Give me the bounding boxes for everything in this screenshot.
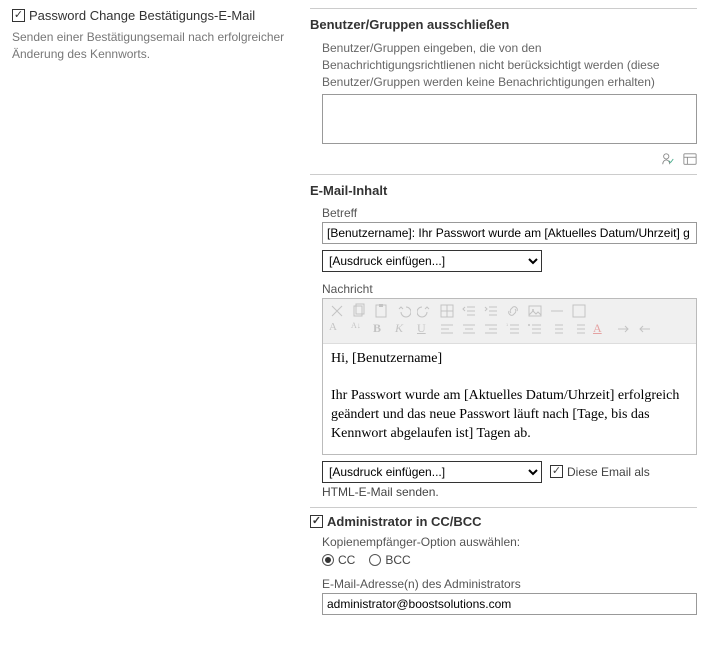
align-right-icon[interactable]: [483, 321, 499, 337]
list-ul-icon[interactable]: [527, 321, 543, 337]
cut-icon[interactable]: [329, 303, 345, 319]
send-as-html-label-part1: Diese Email als: [567, 465, 650, 479]
people-picker-check-icon[interactable]: [661, 149, 679, 165]
outdent2-icon[interactable]: [549, 321, 565, 337]
cc-radio-label: CC: [338, 553, 355, 567]
message-body-editor[interactable]: Hi, [Benutzername] Ihr Passwort wurde am…: [323, 344, 696, 454]
exclude-section-title: Benutzer/Gruppen ausschließen: [310, 15, 697, 32]
send-as-html-checkbox[interactable]: [550, 465, 563, 478]
rtl-icon[interactable]: [637, 321, 653, 337]
copy-option-label: Kopienempfänger-Option auswählen:: [322, 535, 697, 549]
image-icon[interactable]: [527, 303, 543, 319]
bcc-radio[interactable]: [369, 554, 381, 566]
font-size-small-icon[interactable]: A↓: [351, 321, 367, 337]
confirm-email-description: Senden einer Bestätigungsemail nach erfo…: [12, 29, 298, 63]
people-picker-browse-icon[interactable]: [683, 149, 697, 165]
font-color-icon[interactable]: A: [593, 321, 609, 337]
redo-icon[interactable]: [417, 303, 433, 319]
send-as-html-label-part2: HTML-E-Mail senden.: [322, 485, 697, 499]
message-greeting: Hi, [Benutzername]: [331, 350, 688, 369]
font-size-icon[interactable]: A: [329, 321, 345, 337]
outdent-icon[interactable]: [461, 303, 477, 319]
table-icon[interactable]: [439, 303, 455, 319]
align-left-icon[interactable]: [439, 321, 455, 337]
rich-text-editor: A A↓ B K U 1 A: [322, 298, 697, 455]
cc-radio[interactable]: [322, 554, 334, 566]
admin-email-input[interactable]: [322, 593, 697, 615]
underline-icon[interactable]: U: [417, 321, 433, 337]
subject-label: Betreff: [322, 206, 697, 220]
list-ol-icon[interactable]: 1: [505, 321, 521, 337]
bcc-radio-label: BCC: [385, 553, 410, 567]
bold-icon[interactable]: B: [373, 321, 389, 337]
indent2-icon[interactable]: [571, 321, 587, 337]
content-section-title: E-Mail-Inhalt: [310, 181, 697, 198]
italic-icon[interactable]: K: [395, 321, 411, 337]
more-icon[interactable]: [571, 303, 587, 319]
align-center-icon[interactable]: [461, 321, 477, 337]
subject-input[interactable]: [322, 222, 697, 244]
ltr-icon[interactable]: [615, 321, 631, 337]
undo-icon[interactable]: [395, 303, 411, 319]
message-label: Nachricht: [322, 282, 697, 296]
hr-icon[interactable]: [549, 303, 565, 319]
message-insert-expression-select[interactable]: [Ausdruck einfügen...]: [322, 461, 542, 483]
confirm-email-label: Password Change Bestätigungs-E-Mail: [29, 8, 255, 23]
paste-icon[interactable]: [373, 303, 389, 319]
confirm-email-checkbox[interactable]: [12, 9, 25, 22]
admin-email-label: E-Mail-Adresse(n) des Administrators: [322, 577, 697, 591]
link-icon[interactable]: [505, 303, 521, 319]
editor-toolbar: A A↓ B K U 1 A: [323, 299, 696, 344]
subject-insert-expression-select[interactable]: [Ausdruck einfügen...]: [322, 250, 542, 272]
copy-icon[interactable]: [351, 303, 367, 319]
indent-icon[interactable]: [483, 303, 499, 319]
message-body-text: Ihr Passwort wurde am [Aktuelles Datum/U…: [331, 387, 688, 444]
exclude-help-text: Benutzer/Gruppen eingeben, die von den B…: [322, 40, 697, 90]
admin-ccbcc-checkbox[interactable]: [310, 515, 323, 528]
admin-section-title: Administrator in CC/BCC: [327, 514, 482, 529]
exclude-users-input[interactable]: [322, 94, 697, 144]
svg-text:1: 1: [506, 322, 509, 327]
